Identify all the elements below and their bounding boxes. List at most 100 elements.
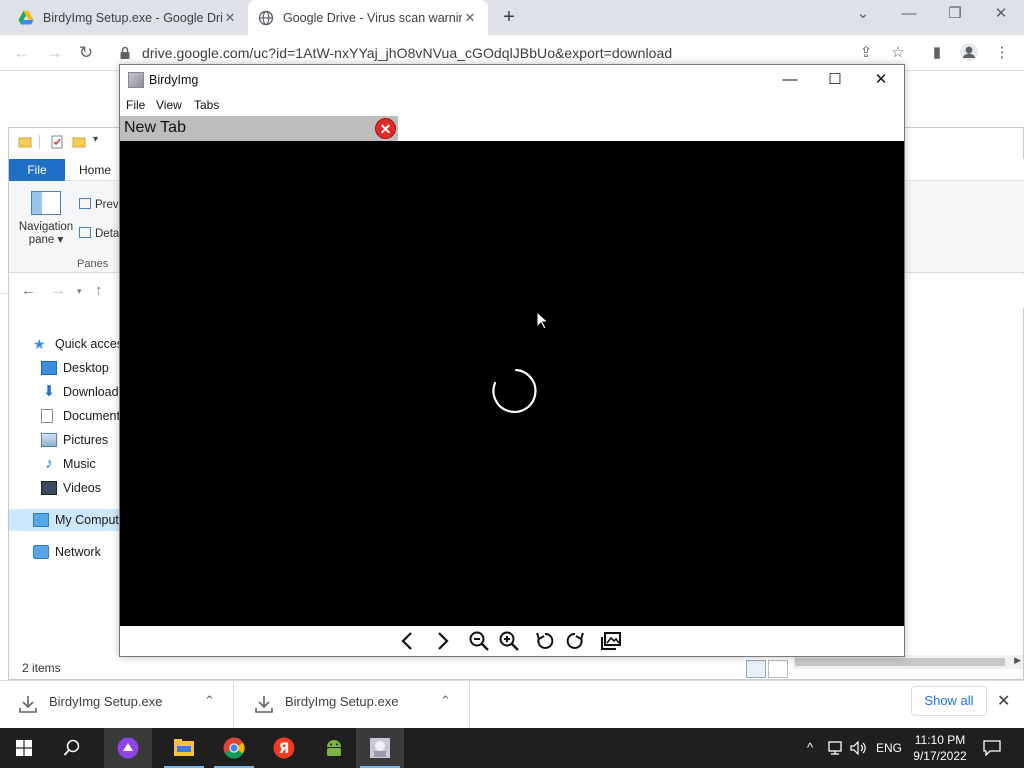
tree-item-my-computer[interactable]: My Compute (9, 509, 126, 531)
menu-file[interactable]: File (126, 98, 145, 112)
tree-item-label: Videos (63, 481, 101, 495)
tab-close-icon[interactable]: ✕ (375, 118, 396, 139)
image-tab[interactable]: New Tab ✕ (120, 116, 398, 141)
start-icon (16, 740, 32, 756)
up-arrow-icon[interactable]: ↑ (95, 282, 103, 299)
windows-taskbar: Я ^ ENG 11:10 PM 9/17/2022 (0, 728, 1024, 768)
rotate-left-icon[interactable] (533, 629, 557, 653)
tree-item-label: Documents (63, 409, 127, 423)
zoom-in-icon[interactable] (497, 629, 521, 653)
new-folder-icon[interactable] (72, 135, 86, 149)
details-pane-button[interactable]: Deta (79, 227, 119, 240)
start-button[interactable] (0, 728, 48, 768)
browser-tab-drive-setup[interactable]: BirdyImg Setup.exe - Google Dri ✕ (8, 0, 248, 35)
menu-view[interactable]: View (156, 98, 182, 112)
minimize-button[interactable]: — (767, 65, 813, 95)
profile-avatar-icon[interactable] (958, 42, 980, 64)
taskbar-chrome[interactable] (210, 728, 258, 768)
close-window-button[interactable]: ✕ (978, 0, 1024, 30)
large-icons-view-icon[interactable] (768, 660, 788, 678)
prev-icon[interactable] (396, 629, 420, 653)
navigation-pane-label: Navigation pane (18, 221, 74, 246)
next-icon[interactable] (430, 629, 454, 653)
minimize-button[interactable]: — (886, 0, 932, 30)
details-view-icon[interactable] (746, 660, 766, 678)
ribbon-tab-home[interactable]: Home (79, 159, 111, 181)
clock-time: 11:10 PM (914, 733, 966, 747)
download-item[interactable]: BirdyImg Setup.exe ⌃ (0, 681, 234, 729)
ribbon-tab-file[interactable]: File (9, 159, 65, 181)
recent-locations-icon[interactable]: ▾ (77, 286, 82, 297)
bookmark-star-icon[interactable]: ☆ (887, 42, 909, 64)
back-button[interactable]: ← (10, 41, 34, 65)
chevron-up-icon[interactable]: ⌃ (440, 693, 451, 709)
volume-icon[interactable] (848, 728, 870, 768)
share-icon[interactable]: ⇪ (855, 42, 877, 64)
browser-tab-title: Google Drive - Virus scan warnin (283, 10, 462, 25)
menu-tabs[interactable]: Tabs (194, 98, 219, 112)
restore-button[interactable]: ❐ (932, 0, 978, 30)
search-button[interactable] (48, 728, 96, 768)
language-indicator[interactable]: ENG (874, 728, 904, 768)
notifications-icon[interactable] (980, 728, 1004, 768)
chevron-down-icon[interactable]: ⌄ (840, 0, 886, 30)
network-icon[interactable] (826, 728, 848, 768)
show-all-downloads-button[interactable]: Show all (911, 686, 987, 716)
computer-icon (33, 513, 49, 527)
details-pane-icon (79, 227, 91, 238)
close-icon[interactable]: ✕ (222, 10, 238, 26)
zoom-out-icon[interactable] (467, 629, 491, 653)
navigation-pane-button[interactable]: Navigation pane ▾ (15, 191, 77, 247)
taskbar-file-explorer[interactable] (160, 728, 208, 768)
download-item[interactable]: BirdyImg Setup.exe ⌃ (236, 681, 470, 729)
tree-item-label: My Compute (55, 513, 126, 527)
film-icon (41, 481, 57, 495)
back-arrow-icon[interactable]: ← (21, 282, 36, 299)
forward-arrow-icon[interactable]: → (51, 282, 66, 299)
url-text: drive.google.com/uc?id=1AtW-nxYYaj_jhO8v… (142, 45, 673, 61)
reload-button[interactable]: ↻ (74, 41, 98, 65)
new-tab-button[interactable]: + (498, 6, 520, 28)
tree-item-label: Downloads (63, 385, 125, 399)
birdyimg-titlebar[interactable]: BirdyImg — ☐ ✕ (120, 65, 904, 95)
close-icon[interactable]: ✕ (462, 10, 478, 26)
explorer-status-bar: 2 items (9, 656, 1024, 680)
window-title: BirdyImg (149, 73, 199, 87)
birdyimg-app-icon (128, 72, 144, 88)
taskbar-yandex[interactable]: Я (260, 728, 308, 768)
clock[interactable]: 11:10 PM 9/17/2022 (908, 728, 972, 768)
android-icon (327, 740, 341, 756)
close-window-button[interactable]: ✕ (858, 65, 904, 95)
navigation-pane-icon (31, 191, 61, 215)
image-tab-label: New Tab (124, 119, 186, 136)
gallery-icon[interactable] (599, 629, 623, 653)
cortana-icon (117, 737, 139, 759)
maximize-button[interactable]: ☐ (812, 65, 858, 95)
details-pane-label: Deta (95, 228, 120, 240)
rotate-right-icon[interactable] (563, 629, 587, 653)
preview-pane-button[interactable]: Previ (79, 198, 121, 211)
document-icon (41, 409, 53, 423)
menu-kebab-icon[interactable]: ⋮ (991, 42, 1013, 64)
address-bar[interactable]: drive.google.com/uc?id=1AtW-nxYYaj_jhO8v… (108, 39, 844, 67)
network-icon (33, 545, 49, 559)
properties-icon[interactable] (50, 135, 64, 149)
taskbar-android[interactable] (310, 728, 358, 768)
viewer-toolbar (120, 626, 904, 656)
qat-dropdown-icon[interactable]: ▾ (93, 134, 98, 145)
forward-button[interactable]: → (42, 41, 66, 65)
taskbar-cortana[interactable] (104, 728, 152, 768)
chevron-up-icon[interactable]: ⌃ (204, 693, 215, 709)
taskbar-birdyimg[interactable] (356, 728, 404, 768)
file-explorer-icon (174, 739, 194, 756)
chevron-up-icon[interactable]: ^ (800, 728, 820, 768)
item-count: 2 items (22, 661, 61, 675)
download-arrow-icon: ⬇ (42, 383, 56, 400)
browser-tab-virus-scan[interactable]: Google Drive - Virus scan warnin ✕ (248, 0, 488, 35)
close-icon[interactable]: ✕ (997, 691, 1010, 711)
download-filename: BirdyImg Setup.exe (49, 694, 163, 709)
image-viewer-canvas[interactable] (120, 141, 904, 626)
loading-spinner-icon (492, 368, 537, 414)
google-drive-icon (18, 10, 34, 24)
side-panel-icon[interactable]: ▮ (926, 42, 948, 64)
